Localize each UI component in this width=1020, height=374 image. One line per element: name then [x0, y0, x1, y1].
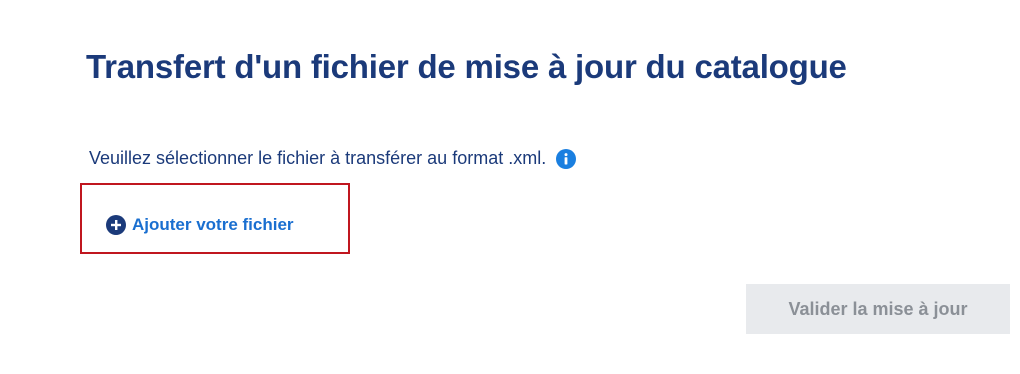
upload-instruction-row: Veuillez sélectionner le fichier à trans… [89, 147, 577, 169]
add-file-button[interactable]: Ajouter votre fichier [106, 215, 294, 235]
info-glyph [564, 153, 568, 165]
plus-glyph [111, 220, 121, 230]
plus-circle-icon [106, 215, 126, 235]
add-file-label: Ajouter votre fichier [132, 215, 294, 234]
upload-instruction-text: Veuillez sélectionner le fichier à trans… [89, 147, 547, 168]
page-title: Transfert d'un fichier de mise à jour du… [86, 48, 847, 85]
validate-update-button[interactable]: Valider la mise à jour [746, 284, 1010, 334]
info-icon[interactable] [556, 149, 577, 169]
